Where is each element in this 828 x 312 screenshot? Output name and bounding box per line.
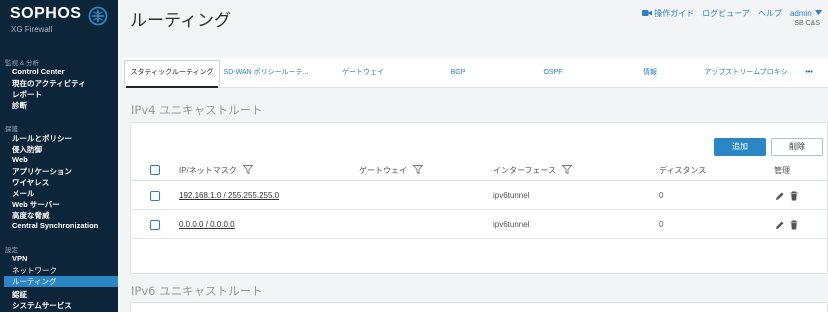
tab-bar: スタティックルーティング SD-WAN ポリシールーテ... ゲートウェイ BG… [122, 58, 828, 88]
route-interface: ipv6tunnel [493, 220, 530, 229]
ipv4-route-card: 追加 削除 IP/ネットマスク ゲートウェイ インターフェース ディスタンス 管… [130, 122, 828, 274]
tab-static-routing[interactable]: スタティックルーティング [126, 58, 218, 88]
tab-upstream-proxy[interactable]: アップストリームプロキシ [696, 58, 796, 88]
tab-gateway[interactable]: ゲートウェイ [318, 58, 408, 88]
sidebar-item-current-activity[interactable]: 現在のアクティビティ [12, 78, 86, 89]
sidebar-item-central-sync[interactable]: Central Synchronization [12, 221, 98, 230]
delete-trash-icon[interactable] [789, 191, 799, 201]
nav-group-configure: 設定 [5, 247, 18, 254]
route-ip-link[interactable]: 192.168.1.0 / 255.255.255.0 [179, 191, 279, 200]
sidebar-item-reports[interactable]: レポート [12, 89, 42, 100]
sidebar-item-web[interactable]: Web [12, 155, 28, 164]
brand-product: XG Firewall [11, 25, 53, 34]
top-links: 操作ガイド ログビューア ヘルプ admin [642, 8, 822, 19]
sidebar-item-wireless[interactable]: ワイヤレス [12, 177, 49, 188]
table-row: 192.168.1.0 / 255.255.255.0 ipv6tunnel 0 [131, 182, 828, 210]
select-all-checkbox[interactable] [150, 165, 160, 175]
column-gateway: ゲートウェイ [359, 165, 424, 176]
add-button[interactable]: 追加 [714, 138, 766, 156]
sidebar-item-authentication[interactable]: 認証 [12, 289, 27, 300]
filter-icon[interactable] [243, 165, 254, 174]
route-distance: 0 [659, 220, 664, 229]
column-gateway-label: ゲートウェイ [359, 166, 407, 175]
route-ip-link[interactable]: 0.0.0.0 / 0.0.0.0 [179, 220, 235, 229]
tab-more[interactable]: ••• [798, 58, 820, 88]
delete-trash-icon[interactable] [789, 220, 799, 230]
column-distance: ディスタンス [659, 166, 707, 175]
sidebar-item-advanced-threat[interactable]: 高度な脅威 [12, 210, 50, 221]
edit-pencil-icon[interactable] [775, 191, 785, 201]
column-interface: インターフェース [493, 165, 573, 176]
edit-pencil-icon[interactable] [775, 220, 785, 230]
sidebar-item-system-services[interactable]: システムサービス [12, 300, 72, 311]
route-distance: 0 [659, 191, 664, 200]
page-title: ルーティング [130, 11, 231, 31]
sidebar-item-network[interactable]: ネットワーク [12, 265, 57, 276]
sidebar-item-web-server[interactable]: Web サーバー [12, 199, 60, 210]
route-interface: ipv6tunnel [493, 191, 530, 200]
nav-group-protect: 保護 [5, 126, 18, 133]
log-viewer-link[interactable]: ログビューア [702, 8, 750, 19]
sidebar-item-intrusion-prevention[interactable]: 侵入防御 [12, 144, 42, 155]
column-manage: 管理 [774, 166, 790, 175]
company-name: SB C&S [794, 20, 820, 27]
sidebar-item-diagnostics[interactable]: 診断 [12, 100, 27, 111]
row-checkbox[interactable] [150, 220, 160, 230]
guide-link[interactable]: 操作ガイド [642, 8, 694, 19]
sidebar: SOPHOS XG Firewall 監視 & 分析 Control Cente… [0, 0, 118, 312]
guide-link-label: 操作ガイド [654, 9, 695, 18]
sidebar-item-routing[interactable]: ルーティング [4, 276, 118, 287]
tab-sd-wan-policy-routing[interactable]: SD-WAN ポリシールーテ... [220, 58, 312, 88]
sidebar-item-email[interactable]: メール [12, 188, 35, 199]
sophos-logo-icon [88, 6, 108, 26]
row-checkbox[interactable] [150, 191, 160, 201]
table-header: IP/ネットマスク ゲートウェイ インターフェース ディスタンス 管理 [131, 159, 828, 181]
tab-bgp[interactable]: BGP [422, 58, 494, 88]
caret-down-icon [815, 10, 822, 15]
sidebar-item-rules-policies[interactable]: ルールとポリシー [12, 133, 72, 144]
column-ip-netmask-label: IP/ネットマスク [179, 166, 237, 175]
sidebar-item-applications[interactable]: アプリケーション [12, 166, 72, 177]
help-link[interactable]: ヘルプ [758, 8, 782, 19]
tab-ospf[interactable]: OSPF [517, 58, 589, 88]
brand-name: SOPHOS [10, 5, 82, 22]
user-menu[interactable]: admin [790, 9, 822, 18]
sidebar-item-vpn[interactable]: VPN [12, 254, 27, 263]
filter-icon[interactable] [413, 165, 424, 174]
column-interface-label: インターフェース [493, 166, 557, 175]
user-name: admin [789, 9, 812, 18]
sidebar-item-control-center[interactable]: Control Center [12, 67, 65, 76]
tab-information[interactable]: 情報 [614, 58, 686, 88]
table-row: 0.0.0.0 / 0.0.0.0 ipv6tunnel 0 [131, 211, 828, 239]
delete-button[interactable]: 削除 [771, 138, 823, 156]
video-camera-icon [642, 10, 653, 16]
ipv6-section-title: IPv6 ユニキャストルート [131, 284, 263, 298]
nav-group-monitor: 監視 & 分析 [5, 60, 39, 67]
ipv6-route-card [130, 302, 828, 312]
brand: SOPHOS XG Firewall [10, 5, 110, 35]
column-ip-netmask: IP/ネットマスク [179, 165, 254, 176]
ipv4-section-title: IPv4 ユニキャストルート [131, 103, 263, 117]
filter-icon[interactable] [562, 165, 573, 174]
